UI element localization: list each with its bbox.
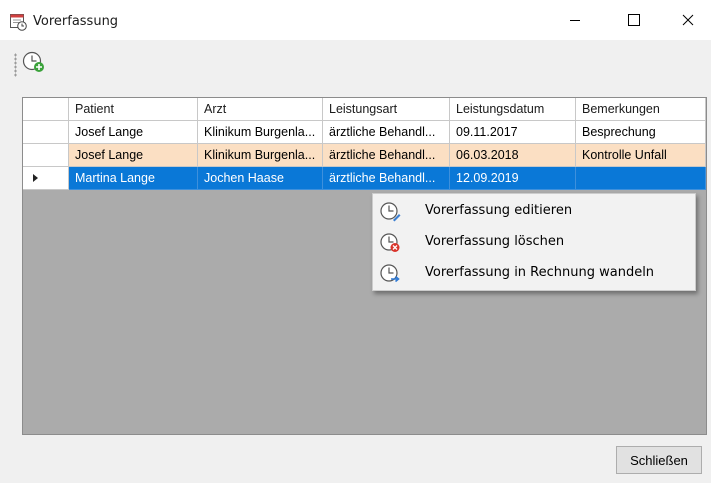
table-cell[interactable]: ärztliche Behandl... (323, 144, 450, 167)
column-header-patient[interactable]: Patient (69, 98, 198, 121)
menu-item-label: Vorerfassung editieren (425, 203, 573, 218)
table-cell[interactable]: ärztliche Behandl... (323, 121, 450, 144)
table-cell[interactable]: Jochen Haase (198, 167, 323, 190)
row-header[interactable] (23, 121, 69, 144)
maximize-icon (628, 14, 640, 26)
current-row-arrow-icon (33, 174, 38, 182)
clock-add-icon[interactable] (22, 50, 46, 74)
table-cell[interactable]: 09.11.2017 (450, 121, 576, 144)
close-icon (682, 14, 694, 26)
table-cell[interactable]: ärztliche Behandl... (323, 167, 450, 190)
clock-edit-icon (380, 202, 401, 222)
table-cell[interactable]: Kontrolle Unfall (576, 144, 706, 167)
row-header[interactable] (23, 144, 69, 167)
minimize-icon (570, 20, 580, 21)
column-header-leistungsdatum[interactable]: Leistungsdatum (450, 98, 576, 121)
menu-item-label: Vorerfassung löschen (425, 234, 565, 249)
row-header[interactable] (23, 167, 69, 190)
table-cell[interactable]: 12.09.2019 (450, 167, 576, 190)
dialog-window: Vorerfassung Patient Arzt Leistungsart L… (0, 0, 711, 483)
table-cell[interactable]: Klinikum Burgenla... (198, 144, 323, 167)
menu-item-label: Vorerfassung in Rechnung wandeln (425, 265, 655, 280)
menu-item-convert-to-invoice[interactable]: Vorerfassung in Rechnung wandeln (373, 258, 695, 288)
close-window-button[interactable] (665, 0, 711, 40)
table-cell[interactable]: Josef Lange (69, 144, 198, 167)
column-header-arzt[interactable]: Arzt (198, 98, 323, 121)
table-cell[interactable]: Besprechung (576, 121, 706, 144)
close-button[interactable]: Schließen (616, 446, 702, 474)
calendar-clock-icon (10, 14, 27, 31)
table-cell[interactable]: Martina Lange (69, 167, 198, 190)
grid-corner-header (23, 98, 69, 121)
table-cell[interactable]: Josef Lange (69, 121, 198, 144)
window-title: Vorerfassung (33, 14, 119, 29)
context-menu: Vorerfassung editieren Vorerfassung lösc… (372, 193, 696, 291)
table-cell[interactable]: 06.03.2018 (450, 144, 576, 167)
title-bar[interactable]: Vorerfassung (0, 0, 711, 40)
table-cell[interactable] (576, 167, 706, 190)
clock-convert-icon (380, 264, 400, 283)
menu-item-delete[interactable]: Vorerfassung löschen (373, 227, 695, 257)
toolbar (0, 40, 711, 82)
column-header-leistungsart[interactable]: Leistungsart (323, 98, 450, 121)
toolbar-grip[interactable] (14, 53, 17, 77)
menu-item-edit[interactable]: Vorerfassung editieren (373, 196, 695, 226)
clock-delete-icon (380, 233, 400, 252)
table-cell[interactable]: Klinikum Burgenla... (198, 121, 323, 144)
maximize-button[interactable] (611, 0, 657, 40)
minimize-button[interactable] (552, 0, 598, 40)
column-header-bemerkungen[interactable]: Bemerkungen (576, 98, 706, 121)
